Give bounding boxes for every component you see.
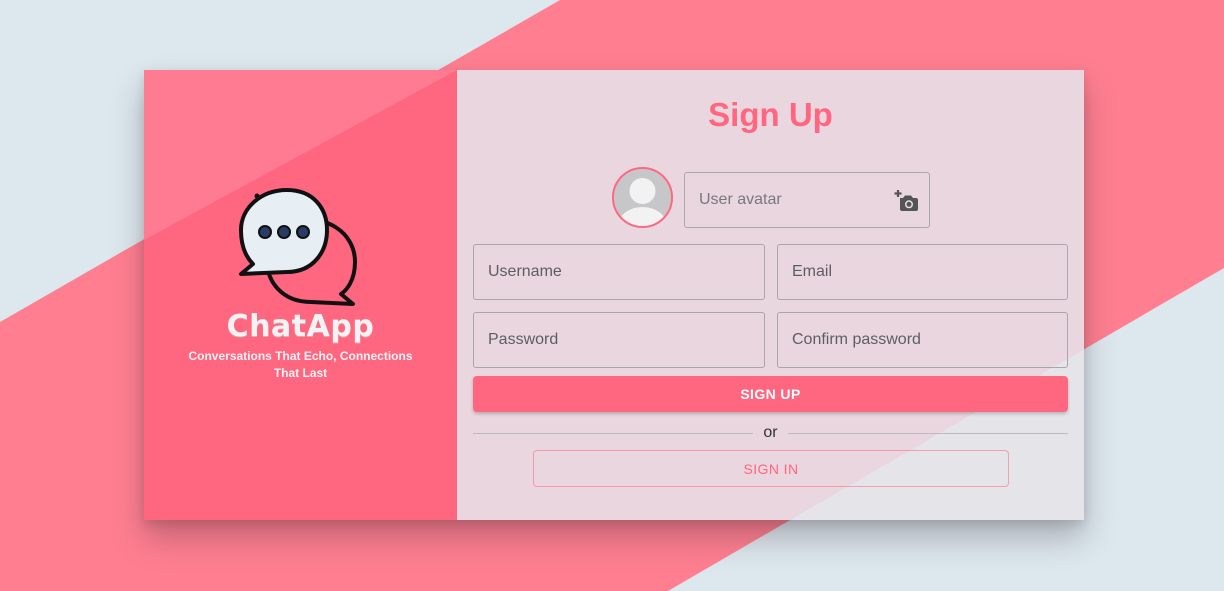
confirm-password-input[interactable] bbox=[778, 313, 1067, 367]
user-placeholder-icon bbox=[614, 169, 671, 226]
email-field[interactable] bbox=[777, 244, 1068, 300]
add-photo-camera-icon bbox=[894, 190, 918, 211]
chat-bubbles-icon bbox=[238, 188, 357, 306]
confirm-password-field[interactable] bbox=[777, 312, 1068, 368]
brand-block: ChatApp Conversations That Echo, Connect… bbox=[144, 184, 457, 382]
divider-line-right bbox=[788, 433, 1068, 434]
signup-card: ChatApp Conversations That Echo, Connect… bbox=[144, 70, 1084, 520]
brand-tagline: Conversations That Echo, Connections Tha… bbox=[188, 349, 413, 380]
add-photo-button[interactable] bbox=[893, 187, 921, 215]
username-field[interactable] bbox=[473, 244, 765, 300]
brand-panel: ChatApp Conversations That Echo, Connect… bbox=[144, 70, 457, 520]
email-input[interactable] bbox=[778, 245, 1067, 299]
username-input[interactable] bbox=[474, 245, 764, 299]
avatar-field[interactable] bbox=[684, 172, 930, 228]
brand-name: ChatApp bbox=[226, 309, 375, 344]
page-title: Sign Up bbox=[708, 96, 833, 133]
password-input[interactable] bbox=[474, 313, 764, 367]
password-field[interactable] bbox=[473, 312, 765, 368]
avatar[interactable] bbox=[612, 167, 673, 228]
or-divider: or bbox=[473, 422, 1068, 444]
signup-button[interactable]: SIGN UP bbox=[473, 376, 1068, 412]
signin-button[interactable]: SIGN IN bbox=[533, 450, 1009, 487]
signup-form-panel: Sign Up User avatar Username Email SIGN … bbox=[457, 70, 1084, 520]
